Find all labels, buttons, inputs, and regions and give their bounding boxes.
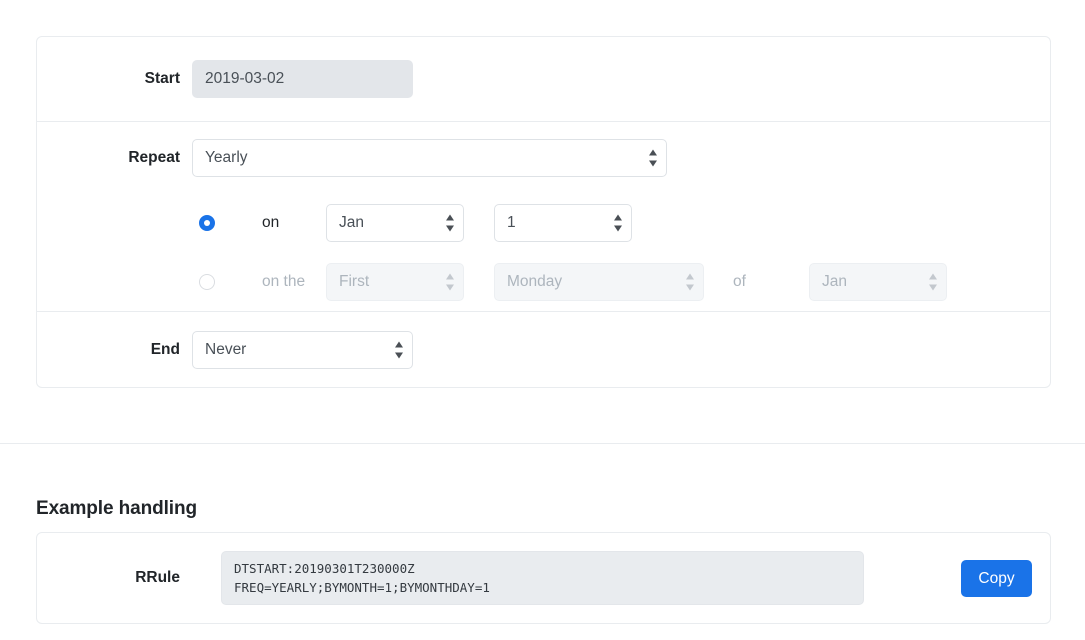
repeat-frequency-value: Yearly <box>205 149 248 167</box>
repeat-on-the-ordinal-value: First <box>339 273 369 291</box>
chevron-updown-icon <box>394 342 403 359</box>
end-select[interactable]: Never <box>192 331 413 369</box>
repeat-on-day-select[interactable]: 1 <box>494 204 632 242</box>
repeat-on-day-value: 1 <box>507 214 516 232</box>
end-row: End Never <box>37 312 1050 388</box>
repeat-on-the-ordinal-select[interactable]: First <box>326 263 464 301</box>
chevron-updown-icon <box>613 214 622 231</box>
end-label: End <box>37 341 192 359</box>
chevron-updown-icon <box>445 273 454 290</box>
repeat-on-the-joiner-label: of <box>704 273 809 291</box>
rrule-label: RRule <box>37 569 192 587</box>
rrule-textarea[interactable]: DTSTART:20190301T230000Z FREQ=YEARLY;BYM… <box>221 551 864 605</box>
repeat-on-the-weekday-select[interactable]: Monday <box>494 263 704 301</box>
start-date-input[interactable]: 2019-03-02 <box>192 60 413 98</box>
repeat-on-month-select[interactable]: Jan <box>326 204 464 242</box>
repeat-on-the-radio[interactable] <box>199 274 215 290</box>
chevron-updown-icon <box>685 273 694 290</box>
recurrence-editor-page: Start 2019-03-02 Repeat Yearly on Jan <box>0 0 1085 640</box>
recurrence-card: Start 2019-03-02 Repeat Yearly on Jan <box>36 36 1051 388</box>
repeat-on-radio[interactable] <box>199 215 215 231</box>
repeat-on-the-prefix-label: on the <box>221 273 311 291</box>
end-value: Never <box>205 341 246 359</box>
copy-button[interactable]: Copy <box>961 560 1032 597</box>
repeat-on-row: on Jan 1 <box>37 193 1050 252</box>
chevron-updown-icon <box>928 273 937 290</box>
example-handling-heading: Example handling <box>36 498 197 520</box>
chevron-updown-icon <box>445 214 454 231</box>
repeat-on-the-weekday-value: Monday <box>507 273 562 291</box>
repeat-frequency-select[interactable]: Yearly <box>192 139 667 177</box>
repeat-on-the-month-select[interactable]: Jan <box>809 263 947 301</box>
repeat-on-the-row: on the First Monday of Jan <box>37 252 1050 311</box>
repeat-frequency-row: Repeat Yearly <box>37 122 1050 193</box>
start-label: Start <box>37 70 192 88</box>
section-divider <box>0 443 1085 444</box>
repeat-on-month-value: Jan <box>339 214 364 232</box>
repeat-on-prefix-label: on <box>221 214 311 232</box>
repeat-label: Repeat <box>37 149 192 167</box>
chevron-updown-icon <box>648 149 657 166</box>
start-row: Start 2019-03-02 <box>37 37 1050 121</box>
repeat-on-the-month-value: Jan <box>822 273 847 291</box>
